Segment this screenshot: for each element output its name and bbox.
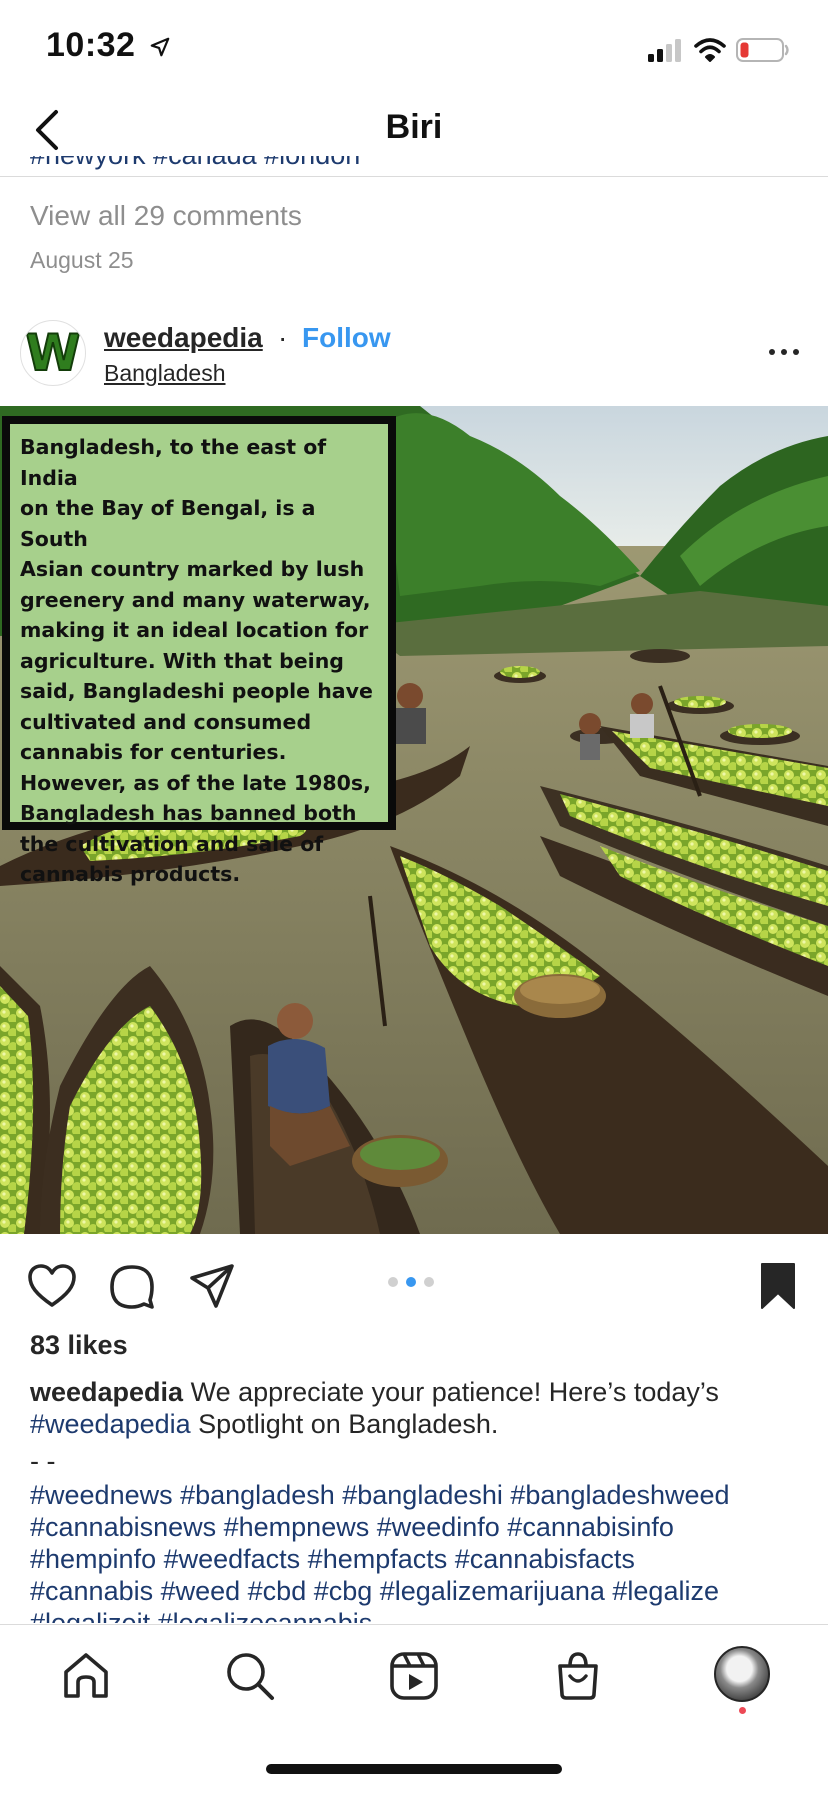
comment-icon — [110, 1265, 154, 1309]
carousel-dot — [388, 1277, 398, 1287]
post-username[interactable]: weedapedia — [104, 322, 263, 354]
caption-username[interactable]: weedapedia — [30, 1377, 183, 1407]
send-icon — [190, 1264, 234, 1308]
bookmark-icon — [761, 1263, 795, 1309]
image-text-overlay: Bangladesh, to the east of India on the … — [2, 416, 396, 886]
share-button[interactable] — [186, 1260, 238, 1312]
caption-text-2: Spotlight on Bangladesh. — [198, 1409, 499, 1439]
hashtag-line[interactable]: #hempinfo #weedfacts #hempfacts #cannabi… — [30, 1543, 820, 1575]
nav-divider — [0, 176, 828, 177]
cellular-signal-icon — [648, 39, 681, 62]
home-icon — [64, 1653, 108, 1698]
notification-dot — [739, 1707, 746, 1714]
more-dot-icon — [769, 349, 775, 355]
caption-text: We appreciate your patience! Here’s toda… — [190, 1377, 719, 1407]
page-title: Biri — [385, 108, 443, 146]
overlay-text: Bangladesh, to the east of India on the … — [20, 435, 373, 886]
shop-icon — [558, 1652, 598, 1700]
search-icon — [227, 1653, 274, 1700]
follow-button[interactable]: Follow — [302, 322, 391, 354]
status-time: 10:32 — [46, 26, 171, 65]
tab-search[interactable] — [222, 1648, 278, 1704]
tab-shop[interactable] — [550, 1648, 606, 1704]
home-indicator[interactable] — [266, 1764, 562, 1774]
location-arrow-icon — [151, 37, 170, 57]
post-location[interactable]: Bangladesh — [104, 360, 226, 387]
wifi-icon — [694, 38, 726, 62]
status-indicators — [648, 30, 790, 70]
post-caption: weedapedia We appreciate your patience! … — [30, 1376, 800, 1440]
carousel-dot — [424, 1277, 434, 1287]
avatar[interactable]: W — [20, 320, 86, 386]
hashtag-line[interactable]: #weednews #bangladesh #bangladeshi #bang… — [30, 1479, 820, 1511]
caption-separator: - - — [30, 1446, 56, 1476]
hashtag-list[interactable]: #weednews #bangladesh #bangladeshi #bang… — [30, 1479, 820, 1623]
save-button[interactable] — [752, 1260, 804, 1312]
battery-low-icon — [736, 38, 789, 62]
comment-button[interactable] — [106, 1260, 158, 1312]
separator-dot: · — [278, 322, 288, 353]
heart-icon — [28, 1264, 76, 1307]
like-button[interactable] — [26, 1260, 78, 1312]
tab-reels[interactable] — [386, 1648, 442, 1704]
caption-hashtag[interactable]: #weedapedia — [30, 1409, 191, 1439]
more-dot-icon — [781, 349, 787, 355]
carousel-dot-active — [406, 1277, 416, 1287]
reels-icon — [390, 1652, 438, 1700]
tab-profile-avatar[interactable] — [714, 1646, 770, 1702]
previous-post-caption[interactable]: #newyork #canada #london — [30, 156, 820, 182]
hashtag-line[interactable]: #cannabis #weed #cbd #cbg #legalizemarij… — [30, 1575, 820, 1607]
avatar-letter: W — [24, 324, 81, 382]
hashtag-line[interactable]: #legalizeit #legalizecannabis — [30, 1607, 820, 1623]
tab-home[interactable] — [58, 1648, 114, 1704]
like-count[interactable]: 83 likes — [30, 1330, 128, 1361]
post-date: August 25 — [30, 247, 134, 273]
hashtag-line[interactable]: #cannabisnews #hempnews #weedinfo #canna… — [30, 1511, 820, 1543]
more-options-button[interactable] — [764, 340, 804, 364]
carousel-indicator — [388, 1277, 434, 1287]
more-dot-icon — [793, 349, 799, 355]
view-comments-link[interactable]: View all 29 comments — [30, 200, 302, 232]
